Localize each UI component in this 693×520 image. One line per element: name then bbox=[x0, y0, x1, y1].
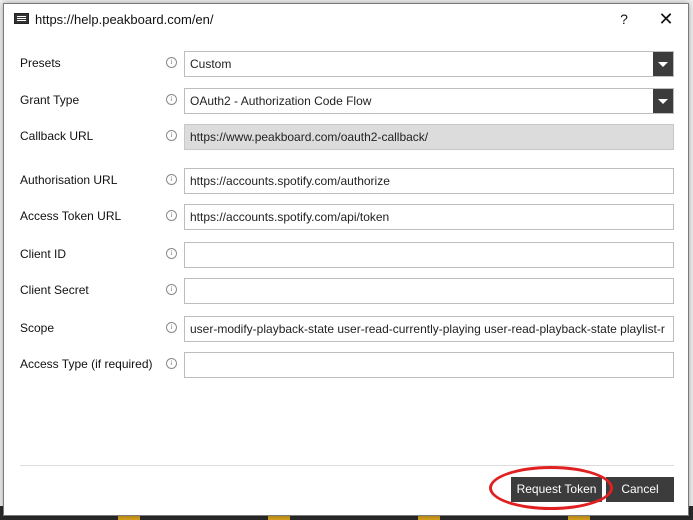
form-row-access-type: Access Type (if required) i bbox=[4, 352, 688, 378]
chevron-down-icon[interactable] bbox=[653, 52, 673, 76]
info-icon[interactable]: i bbox=[166, 322, 177, 333]
info-icon[interactable]: i bbox=[166, 358, 177, 369]
access-type-label: Access Type (if required) bbox=[20, 357, 153, 371]
callback-url-field[interactable]: https://www.peakboard.com/oauth2-callbac… bbox=[184, 124, 674, 150]
scope-field[interactable]: user-modify-playback-state user-read-cur… bbox=[184, 316, 674, 342]
form-row-access-token-url: Access Token URL i https://accounts.spot… bbox=[4, 204, 688, 230]
authorisation-url-field[interactable]: https://accounts.spotify.com/authorize bbox=[184, 168, 674, 194]
highlight-annotation bbox=[489, 466, 613, 510]
info-icon[interactable]: i bbox=[166, 210, 177, 221]
oauth-dialog: https://help.peakboard.com/en/ ? ✕ Prese… bbox=[3, 3, 689, 516]
cancel-button[interactable]: Cancel bbox=[606, 477, 674, 502]
form-row-client-id: Client ID i bbox=[4, 242, 688, 268]
presets-label: Presets bbox=[20, 56, 61, 70]
chevron-down-icon[interactable] bbox=[653, 89, 673, 113]
presets-dropdown[interactable]: Custom bbox=[184, 51, 674, 77]
authorisation-url-label: Authorisation URL bbox=[20, 173, 118, 187]
form-row-scope: Scope i user-modify-playback-state user-… bbox=[4, 316, 688, 342]
client-secret-label: Client Secret bbox=[20, 283, 89, 297]
help-button[interactable]: ? bbox=[612, 9, 636, 29]
access-token-url-field[interactable]: https://accounts.spotify.com/api/token bbox=[184, 204, 674, 230]
grant-type-label: Grant Type bbox=[20, 93, 80, 107]
info-icon[interactable]: i bbox=[166, 57, 177, 68]
info-icon[interactable]: i bbox=[166, 94, 177, 105]
form-row-grant-type: Grant Type i OAuth2 - Authorization Code… bbox=[4, 88, 688, 114]
info-icon[interactable]: i bbox=[166, 174, 177, 185]
scope-label: Scope bbox=[20, 321, 55, 335]
client-id-field[interactable] bbox=[184, 242, 674, 268]
form-row-client-secret: Client Secret i bbox=[4, 278, 688, 304]
footer-divider bbox=[20, 465, 674, 466]
callback-url-label: Callback URL bbox=[20, 129, 94, 143]
form-row-callback-url: Callback URL i https://www.peakboard.com… bbox=[4, 124, 688, 150]
close-button[interactable]: ✕ bbox=[654, 9, 678, 29]
info-icon[interactable]: i bbox=[166, 284, 177, 295]
info-icon[interactable]: i bbox=[166, 248, 177, 259]
presets-value: Custom bbox=[190, 57, 232, 71]
client-id-label: Client ID bbox=[20, 247, 67, 261]
form-row-presets: Presets i Custom bbox=[4, 51, 688, 77]
info-icon[interactable]: i bbox=[166, 130, 177, 141]
title-bar: https://help.peakboard.com/en/ ? ✕ bbox=[4, 4, 688, 34]
client-secret-field[interactable] bbox=[184, 278, 674, 304]
window-title: https://help.peakboard.com/en/ bbox=[35, 12, 214, 27]
form-row-authorisation-url: Authorisation URL i https://accounts.spo… bbox=[4, 168, 688, 194]
app-icon bbox=[14, 13, 29, 24]
access-type-field[interactable] bbox=[184, 352, 674, 378]
grant-type-dropdown[interactable]: OAuth2 - Authorization Code Flow bbox=[184, 88, 674, 114]
access-token-url-label: Access Token URL bbox=[20, 209, 122, 223]
grant-type-value: OAuth2 - Authorization Code Flow bbox=[190, 94, 372, 108]
